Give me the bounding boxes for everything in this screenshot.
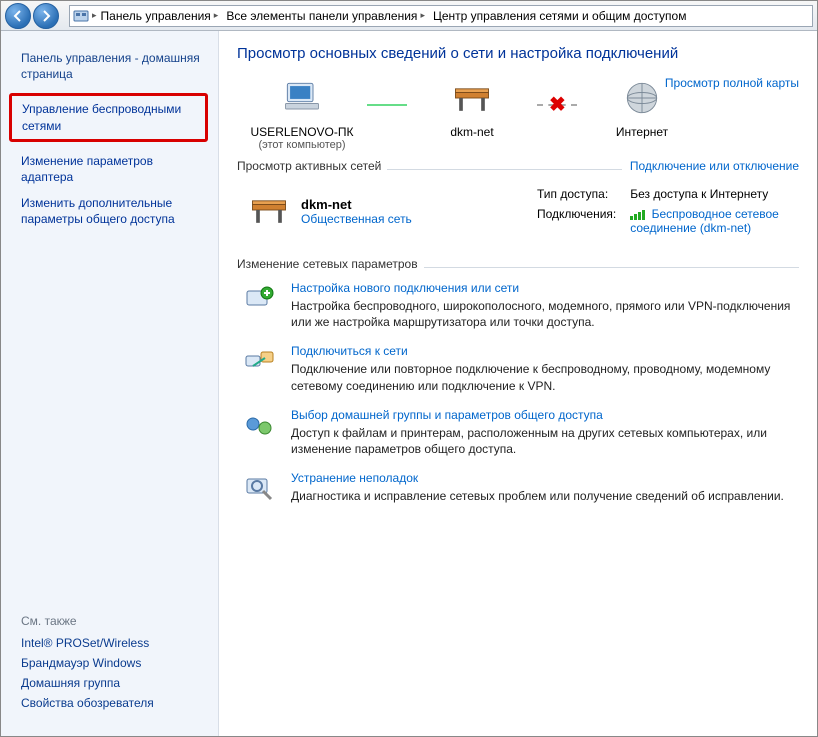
param-troubleshoot-desc: Диагностика и исправление сетевых пробле… [291,488,784,504]
page-title: Просмотр основных сведений о сети и наст… [237,45,799,62]
access-type-value: Без доступа к Интернету [624,185,797,203]
sidebar-adapter-link[interactable]: Изменение параметров адаптера [1,148,218,190]
active-networks-label: Просмотр активных сетей [237,159,381,173]
see-also-title: См. также [21,614,198,628]
connect-disconnect-link[interactable]: Подключение или отключение [630,159,799,173]
param-homegroup-desc: Доступ к файлам и принтерам, расположенн… [291,425,799,457]
bench-icon [247,188,291,235]
chevron-right-icon: ▸ [214,10,219,21]
active-net-name: dkm-net [301,197,412,212]
breadcrumb-seg-3[interactable]: Центр управления сетями и общим доступом [429,6,691,26]
param-connect-network-desc: Подключение или повторное подключение к … [291,361,799,393]
pc-sub-label: (этот компьютер) [237,139,367,151]
breadcrumb-seg-2[interactable]: Все элементы панели управления ▸ [222,6,429,26]
see-also-homegroup[interactable]: Домашняя группа [21,676,198,690]
network-name-label: dkm-net [407,125,537,139]
net-broken-line: ✖ [537,104,577,106]
net-link-line [367,104,407,106]
sidebar-wireless-link[interactable]: Управление беспроводными сетями [9,93,208,141]
new-connection-icon [241,281,277,317]
param-homegroup-link[interactable]: Выбор домашней группы и параметров общег… [291,408,603,422]
breadcrumb-seg-1[interactable]: Панель управления ▸ [97,6,223,26]
param-homegroup: Выбор домашней группы и параметров общег… [241,408,799,457]
access-type-label: Тип доступа: [531,185,622,203]
active-network-row: dkm-net Общественная сеть Тип доступа: Б… [237,177,799,251]
param-new-connection: Настройка нового подключения или сети На… [241,281,799,330]
see-also-firewall[interactable]: Брандмауэр Windows [21,656,198,670]
sidebar-sharing-link[interactable]: Изменить дополнительные параметры общего… [1,190,218,232]
param-connect-network-link[interactable]: Подключиться к сети [291,344,408,358]
main-content: Просмотр основных сведений о сети и наст… [219,31,817,736]
nav-back-button[interactable] [5,3,31,29]
connect-network-icon [241,344,277,380]
homegroup-icon [241,408,277,444]
param-new-connection-desc: Настройка беспроводного, широкополосного… [291,298,799,330]
network-overview: Просмотр полной карты USERLENOVO-ПК (это… [237,76,799,151]
signal-bars-icon [630,210,645,220]
network-params-label: Изменение сетевых параметров [237,257,418,271]
error-x-icon: ✖ [549,92,566,117]
network-params-heading: Изменение сетевых параметров [237,257,799,271]
param-new-connection-link[interactable]: Настройка нового подключения или сети [291,281,519,295]
computer-icon [280,109,324,123]
network-node: dkm-net [407,76,537,139]
this-pc-node: USERLENOVO-ПК (этот компьютер) [237,76,367,151]
bench-icon [450,109,494,123]
connections-label: Подключения: [531,205,622,237]
param-troubleshoot-link[interactable]: Устранение неполадок [291,471,418,485]
address-bar-row: ▸ Панель управления ▸ Все элементы панел… [1,1,817,31]
globe-icon [620,109,664,123]
see-also-proset[interactable]: Intel® PROSet/Wireless [21,636,198,650]
param-troubleshoot: Устранение неполадок Диагностика и испра… [241,471,799,507]
control-panel-icon [73,8,89,24]
active-networks-heading: Просмотр активных сетей Подключение или … [237,159,799,173]
chevron-right-icon: ▸ [420,10,425,21]
see-also-browser[interactable]: Свойства обозревателя [21,696,198,710]
sidebar-home-link[interactable]: Панель управления - домашняя страница [1,45,218,87]
breadcrumb[interactable]: ▸ Панель управления ▸ Все элементы панел… [69,5,813,27]
internet-label: Интернет [577,125,707,139]
active-net-type-link[interactable]: Общественная сеть [301,212,412,226]
connection-link[interactable]: Беспроводное сетевое соединение (dkm-net… [630,207,779,235]
view-full-map-link[interactable]: Просмотр полной карты [665,76,799,90]
param-connect-network: Подключиться к сети Подключение или повт… [241,344,799,393]
nav-forward-button[interactable] [33,3,59,29]
sidebar: Панель управления - домашняя страница Уп… [1,31,219,736]
see-also-section: См. также Intel® PROSet/Wireless Брандма… [1,614,218,726]
troubleshoot-icon [241,471,277,507]
pc-name-label: USERLENOVO-ПК [237,125,367,139]
